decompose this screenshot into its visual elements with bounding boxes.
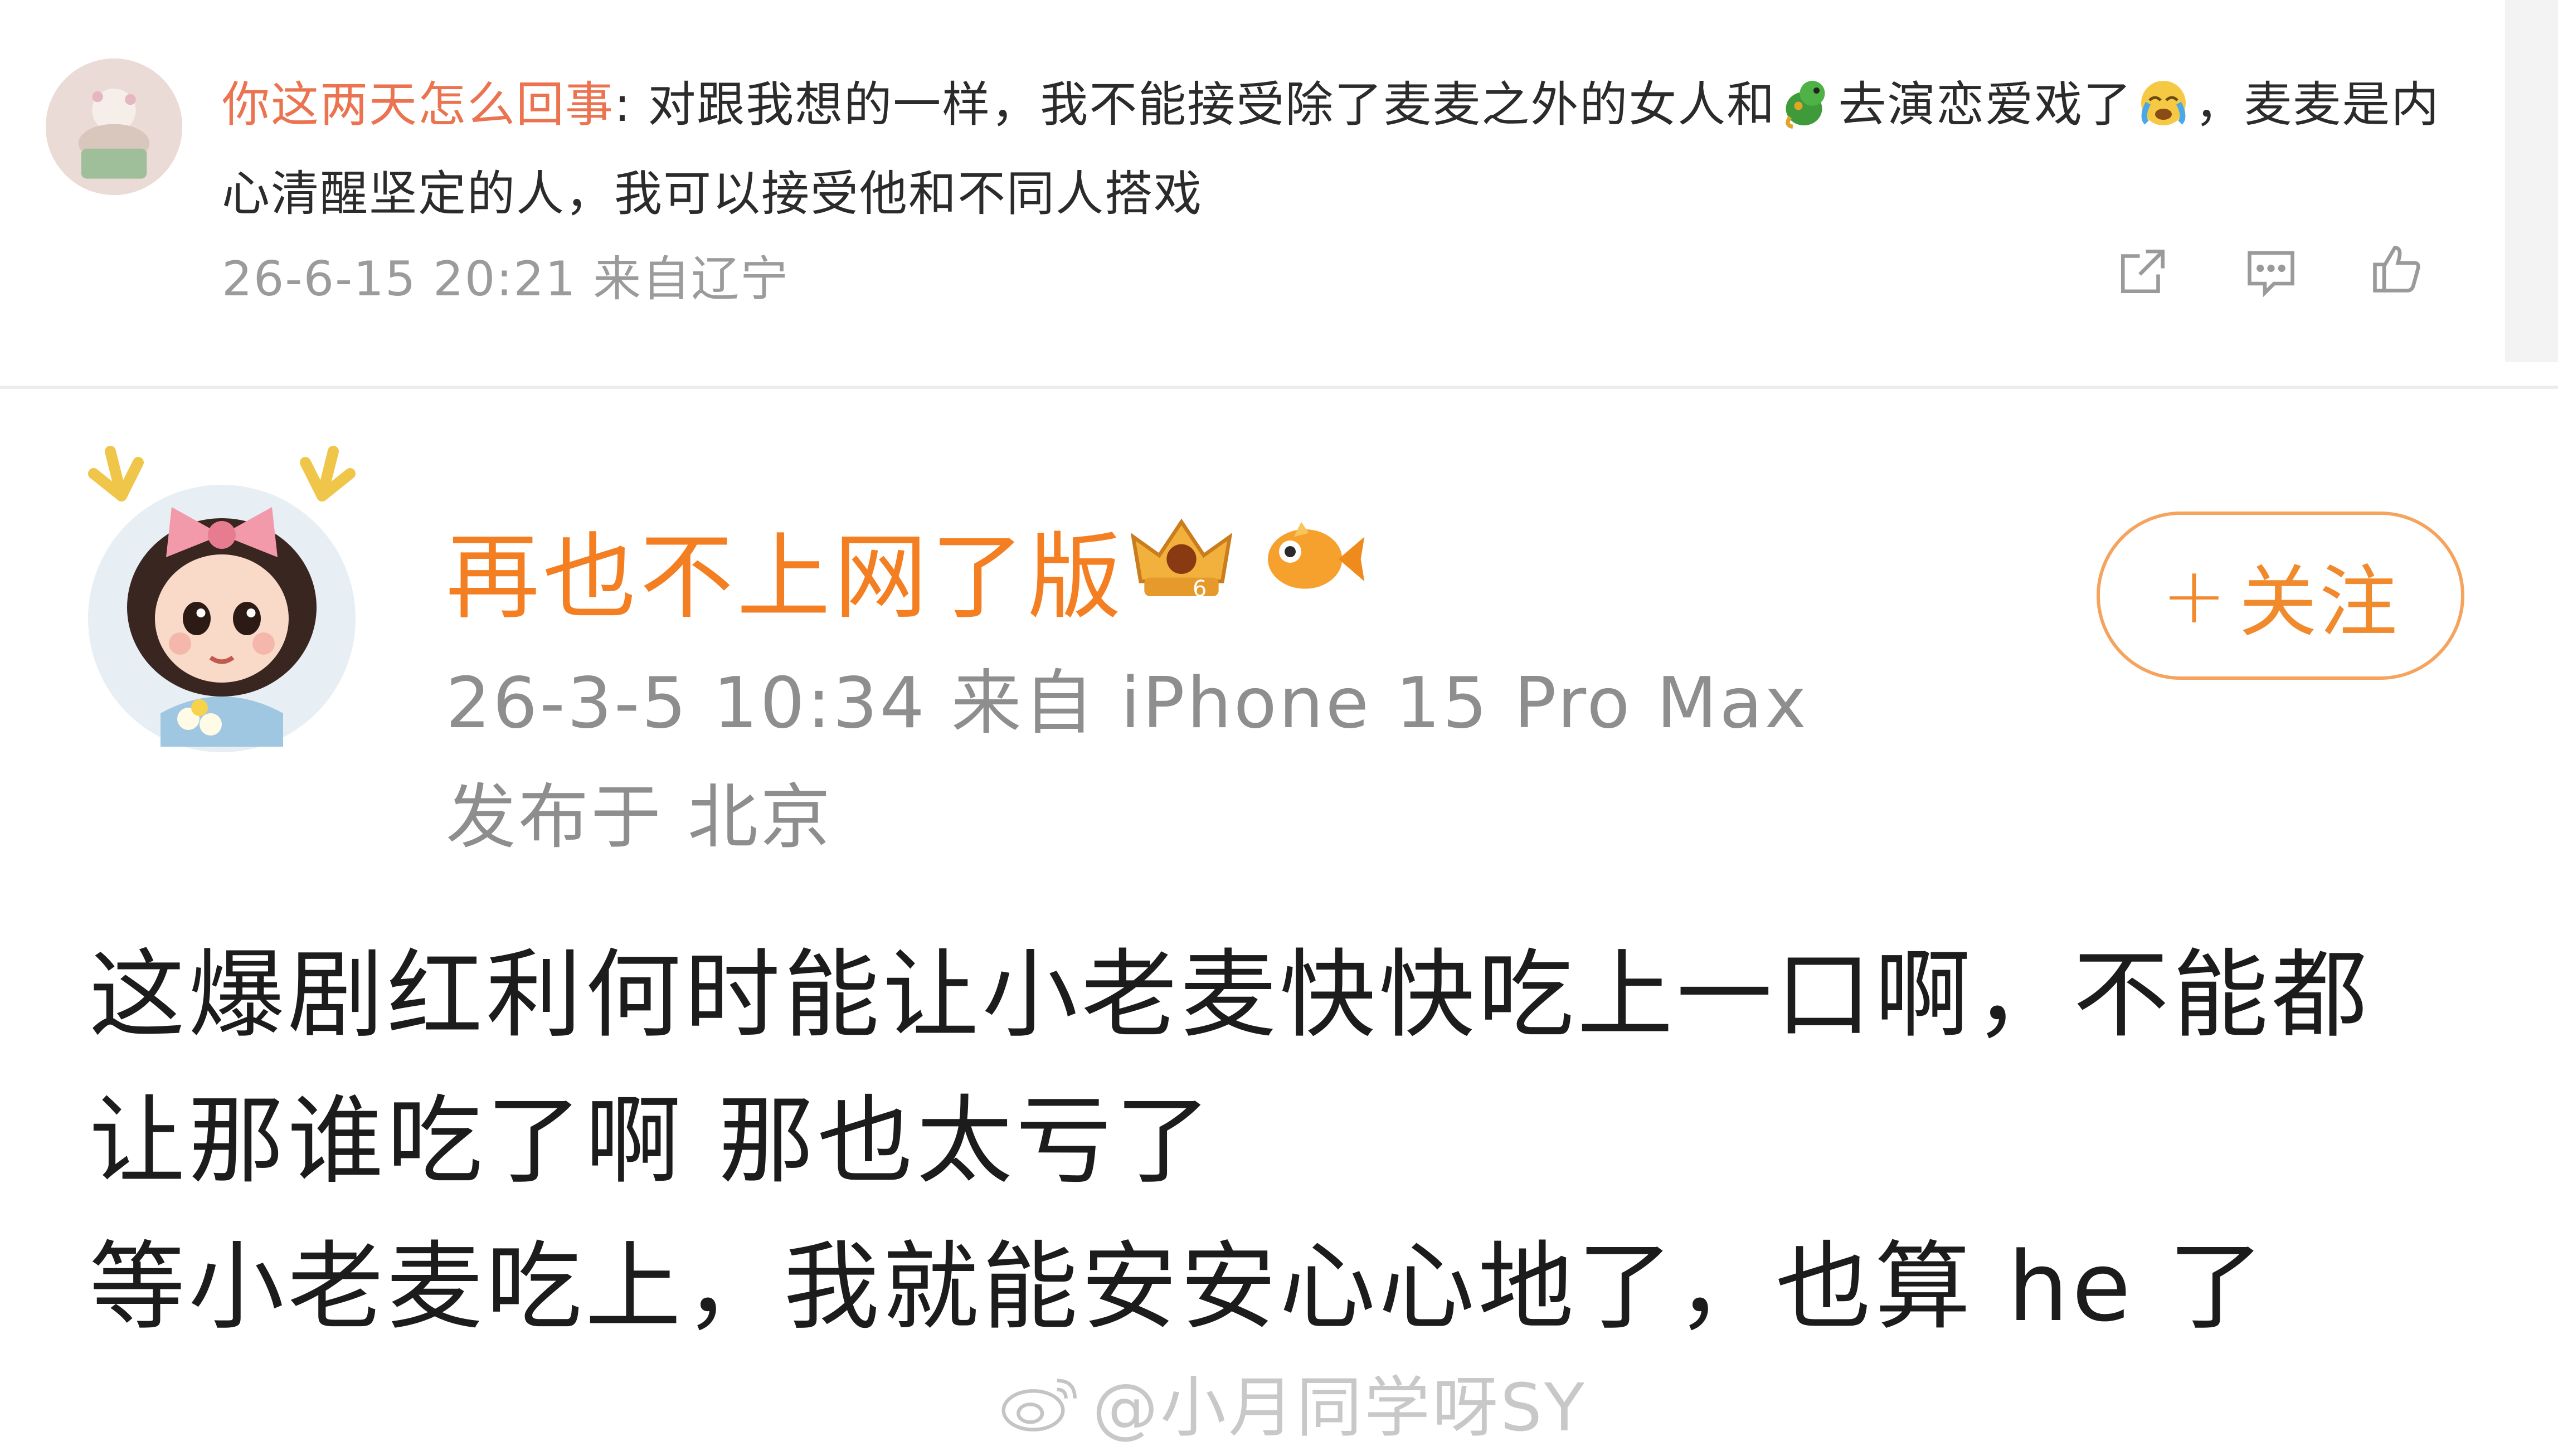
poster-username[interactable]: 再也不上网了版 — [446, 501, 1125, 637]
post-location: 发布于 北京 — [446, 776, 833, 858]
post-body: 这爆剧红利何时能让小老麦快快吃上一口啊，不能都 让那谁吃了啊 那也太亏了 等小老… — [89, 922, 2508, 1360]
follow-button[interactable]: + 关注 — [2097, 512, 2464, 680]
comment-text-part1: 对跟我想的一样，我不能接受除了麦麦之外的女人和 — [648, 77, 1776, 133]
vip-crown-badge-icon[interactable]: 6 — [1126, 507, 1237, 607]
watermark-text: @小月同学呀SY — [1092, 1369, 1587, 1446]
post-body-line: 让那谁吃了啊 那也太亏了 — [89, 1085, 1214, 1197]
like-icon[interactable] — [2366, 238, 2427, 300]
crying-face-emoji-icon — [2136, 70, 2191, 126]
svg-text:6: 6 — [1193, 576, 1207, 602]
post-body-line: 这爆剧红利何时能让小老麦快快吃上一口啊，不能都 — [89, 939, 2371, 1051]
comment-text: 你这两天怎么回事: 对跟我想的一样，我不能接受除了麦麦之外的女人和 去演恋爱戏了，… — [222, 60, 2451, 238]
comment-icon[interactable] — [2240, 241, 2302, 302]
fish-badge-icon[interactable] — [1257, 507, 1368, 607]
commenter-username[interactable]: 你这两天怎么回事 — [222, 77, 614, 133]
post-meta: 26-3-5 10:34 来自 iPhone 15 Pro Max — [446, 662, 1809, 744]
follow-label: 关注 — [2239, 557, 2400, 648]
commenter-avatar[interactable] — [46, 59, 182, 195]
scrollbar[interactable] — [2505, 0, 2558, 362]
green-character-emoji-icon — [1779, 70, 1835, 129]
poster-avatar[interactable] — [82, 435, 361, 758]
weibo-logo-icon — [998, 1365, 1087, 1438]
post-body-line: 等小老麦吃上，我就能安安心心地了，也算 he 了 — [89, 1231, 2268, 1343]
comment-text-part2: 去演恋爱戏了 — [1838, 77, 2133, 133]
comment-card: 你这两天怎么回事: 对跟我想的一样，我不能接受除了麦麦之外的女人和 去演恋爱戏了，… — [0, 0, 2505, 384]
share-icon[interactable] — [2112, 241, 2173, 302]
follow-plus-icon: + — [2161, 550, 2229, 641]
comment-meta: 26-6-15 20:21 来自辽宁 — [222, 251, 790, 307]
comment-separator: : — [614, 77, 648, 133]
section-divider — [0, 386, 2558, 389]
watermark: @小月同学呀SY — [998, 1360, 1587, 1446]
